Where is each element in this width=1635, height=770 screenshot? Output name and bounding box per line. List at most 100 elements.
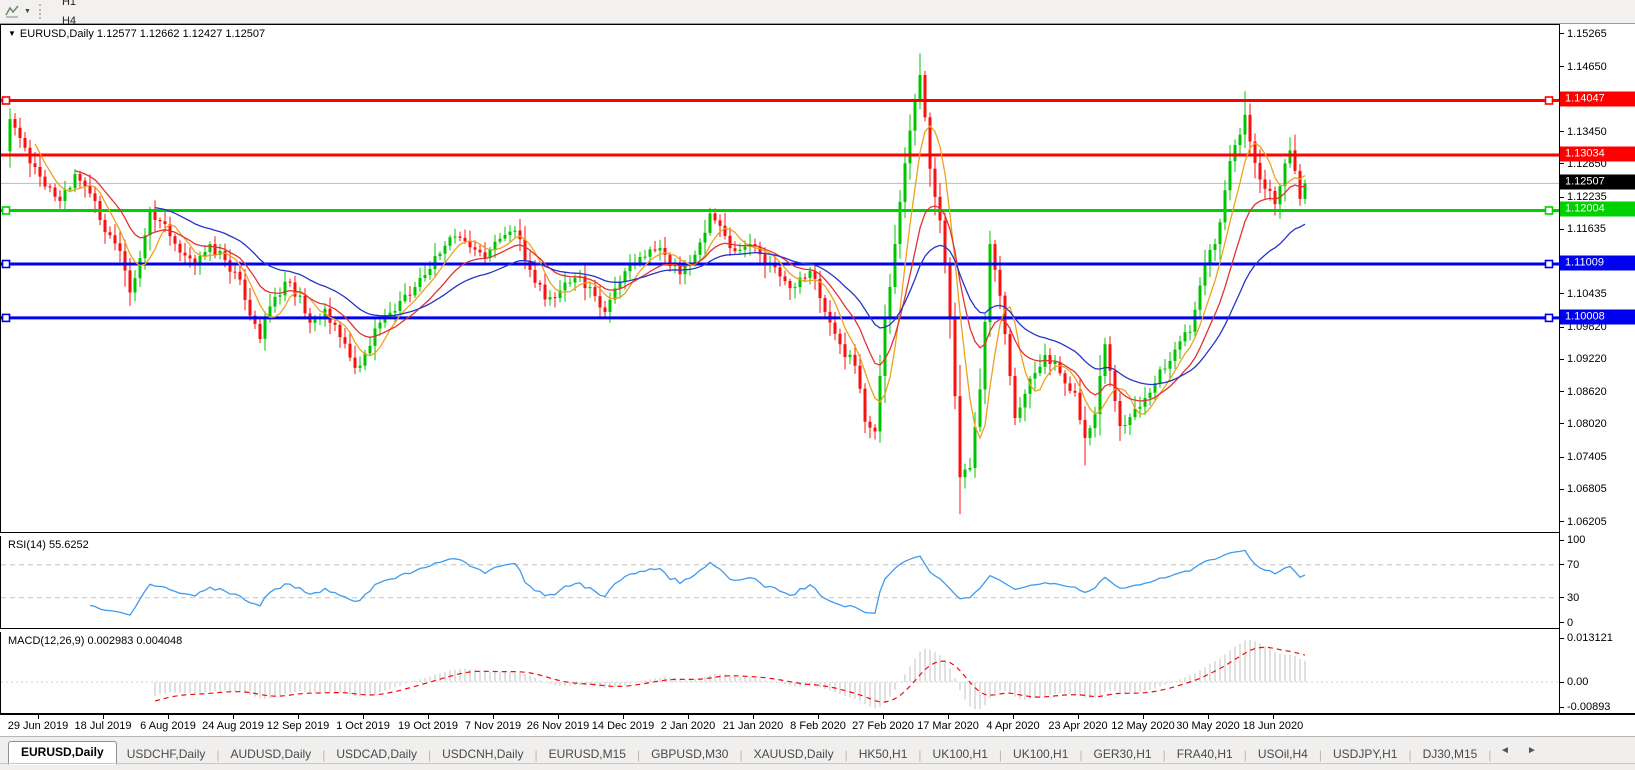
tab-scroll-left-icon[interactable]: ◄ bbox=[1500, 745, 1510, 756]
date-axis-label: 21 Jan 2020 bbox=[722, 720, 784, 732]
rsi-plot[interactable] bbox=[1, 536, 1559, 628]
current-price-badge: 1.12507 bbox=[1560, 174, 1635, 190]
date-tick-mark bbox=[753, 715, 754, 719]
chart-tab-uk100-h1[interactable]: UK100,H1 bbox=[1003, 744, 1078, 765]
chart-tab-usdchf-daily[interactable]: USDCHF,Daily bbox=[117, 744, 216, 765]
rsi-axis-label: 30 bbox=[1567, 591, 1580, 604]
date-axis-label: 4 Apr 2020 bbox=[986, 720, 1040, 732]
axis-tick-mark bbox=[1560, 293, 1564, 295]
chart-symbol-title: ▼ EURUSD,Daily 1.12577 1.12662 1.12427 1.… bbox=[8, 28, 266, 40]
chart-tool-icon[interactable] bbox=[4, 4, 21, 19]
axis-tick-mark bbox=[1560, 131, 1564, 133]
date-tick-mark bbox=[493, 715, 494, 719]
price-axis-label: 1.06805 bbox=[1567, 483, 1607, 496]
date-axis-label: 30 May 2020 bbox=[1176, 720, 1240, 732]
axis-tick-mark bbox=[1560, 706, 1564, 708]
macd-axis-label: 0.013121 bbox=[1567, 632, 1613, 644]
price-axis-label: 1.14650 bbox=[1567, 60, 1607, 73]
candlestick-plot[interactable] bbox=[1, 25, 1559, 532]
date-axis-label: 24 Aug 2019 bbox=[202, 720, 264, 732]
axis-tick-mark bbox=[1560, 637, 1564, 639]
chart-window: ▼ EURUSD,Daily 1.12577 1.12662 1.12427 1.… bbox=[0, 24, 1635, 770]
date-axis-label: 8 Feb 2020 bbox=[790, 720, 846, 732]
rsi-title: RSI(14) 55.6252 bbox=[8, 539, 89, 551]
tab-row: EURUSD,Daily USDCHF,Daily | AUDUSD,Daily | US… bbox=[8, 741, 1492, 765]
date-axis-label: 12 Sep 2019 bbox=[266, 720, 330, 732]
chart-tab-fra40-h1[interactable]: FRA40,H1 bbox=[1167, 744, 1243, 765]
date-tick-mark bbox=[948, 715, 949, 719]
date-axis-label: 19 Oct 2019 bbox=[398, 720, 458, 732]
macd-title: MACD(12,26,9) 0.002983 0.004048 bbox=[8, 635, 183, 647]
axis-tick-mark bbox=[1560, 163, 1564, 165]
price-axis-label: 1.09220 bbox=[1567, 353, 1607, 366]
hline-price-badge: 1.10008 bbox=[1560, 309, 1635, 325]
time-axis[interactable]: 29 Jun 2019 18 Jul 2019 6 Aug 2019 24 Aug 2… bbox=[0, 713, 1635, 736]
macd-axis-label: 0.00 bbox=[1567, 676, 1589, 688]
rsi-axis-label: 70 bbox=[1567, 558, 1580, 571]
collapse-triangle-icon[interactable]: ▼ bbox=[8, 29, 16, 38]
price-axis[interactable]: 1.15265 1.14650 1.13450 1.12850 1.12235 1.116… bbox=[1559, 24, 1635, 713]
chart-tab-usdjpy-h1[interactable]: USDJPY,H1 bbox=[1323, 744, 1407, 765]
date-tick-mark bbox=[428, 715, 429, 719]
date-tick-mark bbox=[818, 715, 819, 719]
chart-tab-usdcnh-daily[interactable]: USDCNH,Daily bbox=[432, 744, 533, 765]
rsi-axis-label: 0 bbox=[1567, 616, 1574, 629]
date-axis-label: 26 Nov 2019 bbox=[526, 720, 590, 732]
date-axis-label: 23 Apr 2020 bbox=[1048, 720, 1108, 732]
axis-tick-mark bbox=[1560, 326, 1564, 328]
chart-tab-ger30-h1[interactable]: GER30,H1 bbox=[1084, 744, 1162, 765]
date-tick-mark bbox=[558, 715, 559, 719]
date-axis-label: 29 Jun 2019 bbox=[7, 720, 69, 732]
chart-tab-audusd-daily[interactable]: AUDUSD,Daily bbox=[221, 744, 322, 765]
date-axis-label: 14 Dec 2019 bbox=[591, 720, 655, 732]
toolbar-grip[interactable] bbox=[38, 4, 44, 19]
axis-tick-mark bbox=[1560, 196, 1564, 198]
macd-panel[interactable]: MACD(12,26,9) 0.002983 0.004048 bbox=[0, 632, 1560, 713]
chart-tab-bar: EURUSD,Daily USDCHF,Daily | AUDUSD,Daily | US… bbox=[0, 736, 1635, 770]
macd-plot[interactable] bbox=[1, 632, 1559, 713]
date-axis-label: 7 Nov 2019 bbox=[464, 720, 522, 732]
chart-tab-usdcad-daily[interactable]: USDCAD,Daily bbox=[326, 744, 427, 765]
date-tick-mark bbox=[1273, 715, 1274, 719]
main-price-panel[interactable]: ▼ EURUSD,Daily 1.12577 1.12662 1.12427 1.… bbox=[0, 24, 1560, 533]
date-tick-mark bbox=[103, 715, 104, 719]
price-axis-label: 1.11635 bbox=[1567, 223, 1606, 236]
chart-tab-uk100-h1[interactable]: UK100,H1 bbox=[923, 744, 998, 765]
date-tick-mark bbox=[1143, 715, 1144, 719]
hline-price-badge: 1.13034 bbox=[1560, 146, 1635, 162]
chart-tab-gbpusd-m30[interactable]: GBPUSD,M30 bbox=[641, 744, 738, 765]
axis-tick-mark bbox=[1560, 622, 1564, 623]
rsi-panel[interactable]: RSI(14) 55.6252 bbox=[0, 536, 1560, 628]
top-toolbar: ▼ M1M5M15M30H1H4D1W1MN bbox=[0, 0, 1635, 102]
chevron-down-icon[interactable]: ▼ bbox=[24, 8, 31, 15]
date-axis-label: 17 Mar 2020 bbox=[917, 720, 979, 732]
axis-tick-mark bbox=[1560, 681, 1564, 683]
chart-tab-eurusd-daily[interactable]: EURUSD,Daily bbox=[8, 741, 117, 765]
chart-tab-dj30-m15[interactable]: DJ30,M15 bbox=[1413, 744, 1488, 765]
rsi-axis-label: 100 bbox=[1567, 534, 1586, 546]
axis-tick-mark bbox=[1560, 66, 1564, 68]
chart-tab-eurusd-m15[interactable]: EURUSD,M15 bbox=[539, 744, 636, 765]
timeframe-button-h1[interactable]: H1 bbox=[52, 0, 93, 12]
chart-tab-usoil-h4[interactable]: USOil,H4 bbox=[1248, 744, 1318, 765]
axis-tick-mark bbox=[1560, 391, 1564, 393]
axis-tick-mark bbox=[1560, 564, 1564, 566]
price-axis-label: 1.08620 bbox=[1567, 385, 1607, 398]
chart-tab-hk50-h1[interactable]: HK50,H1 bbox=[849, 744, 918, 765]
date-axis-label: 6 Aug 2019 bbox=[140, 720, 196, 732]
date-tick-mark bbox=[623, 715, 624, 719]
date-tick-mark bbox=[363, 715, 364, 719]
date-tick-mark bbox=[168, 715, 169, 719]
chart-tab-xauusd-daily[interactable]: XAUUSD,Daily bbox=[744, 744, 844, 765]
hline-price-badge: 1.11009 bbox=[1560, 255, 1635, 271]
date-axis-label: 1 Oct 2019 bbox=[336, 720, 390, 732]
macd-axis-label: -0.00893 bbox=[1567, 701, 1611, 713]
date-tick-mark bbox=[298, 715, 299, 719]
date-axis-label: 2 Jan 2020 bbox=[660, 720, 716, 732]
date-tick-mark bbox=[1078, 715, 1079, 719]
date-axis-label: 27 Feb 2020 bbox=[852, 720, 914, 732]
tab-scroll-right-icon[interactable]: ► bbox=[1527, 745, 1537, 756]
axis-tick-mark bbox=[1560, 521, 1564, 523]
tab-separator: | bbox=[1488, 748, 1492, 762]
axis-tick-mark bbox=[1560, 456, 1564, 458]
